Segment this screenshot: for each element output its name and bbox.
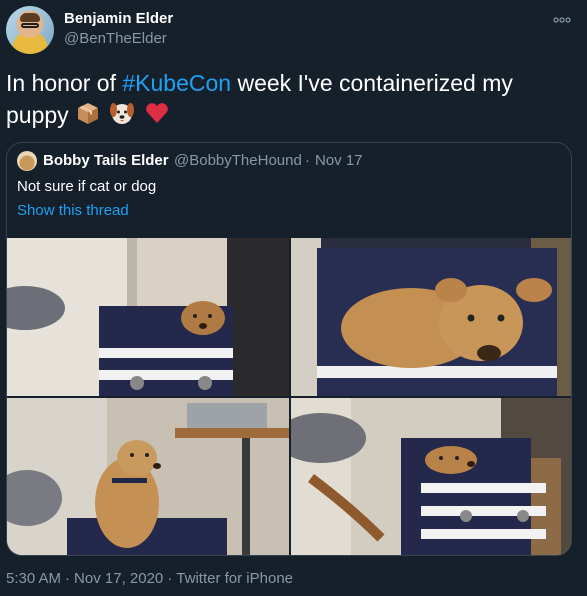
dog-in-box-photo-1[interactable] (7, 238, 289, 396)
meta-separator-2: · (167, 570, 173, 587)
package-icon (78, 103, 99, 124)
author-name[interactable]: Benjamin Elder (64, 10, 173, 27)
author-handle[interactable]: @BenTheElder (64, 30, 167, 47)
quoted-date: Nov 17 (315, 152, 363, 169)
avatar-glasses (21, 23, 39, 28)
more-options-icon[interactable] (553, 15, 571, 25)
hashtag-link[interactable]: #KubeCon (122, 70, 231, 96)
quoted-separator: · (305, 152, 310, 169)
tweet: Benjamin Elder @BenTheElder In honor of … (0, 0, 587, 596)
dog-in-box-photo-4[interactable] (291, 398, 571, 555)
tweet-meta: 5:30 AM · Nov 17, 2020 · Twitter for iPhone (6, 570, 297, 587)
quoted-text: Not sure if cat or dog (17, 178, 157, 195)
dog-in-box-photo-2[interactable] (291, 238, 571, 396)
tweet-date[interactable]: Nov 17, 2020 (74, 570, 163, 587)
meta-separator-1: · (65, 570, 71, 587)
photo-grid (7, 238, 571, 555)
tweet-time[interactable]: 5:30 AM (6, 570, 61, 587)
tweet-text-before: In honor of (6, 70, 123, 96)
tweet-source[interactable]: Twitter for iPhone (176, 570, 293, 587)
dog-in-box-photo-3[interactable] (7, 398, 289, 555)
avatar-hair (20, 13, 40, 22)
quoted-author-handle: @BobbyTheHound (174, 152, 302, 169)
tweet-text: In honor of #KubeCon week I've container… (6, 67, 566, 131)
author-avatar[interactable] (6, 6, 54, 54)
dog-face-icon (110, 103, 135, 124)
show-thread-link[interactable]: Show this thread (17, 202, 129, 219)
red-heart-icon (146, 103, 168, 123)
quoted-author-avatar[interactable] (17, 151, 37, 171)
quoted-tweet[interactable]: Bobby Tails Elder @BobbyTheHound · Nov 1… (6, 142, 572, 556)
quoted-author-name: Bobby Tails Elder (43, 152, 169, 169)
